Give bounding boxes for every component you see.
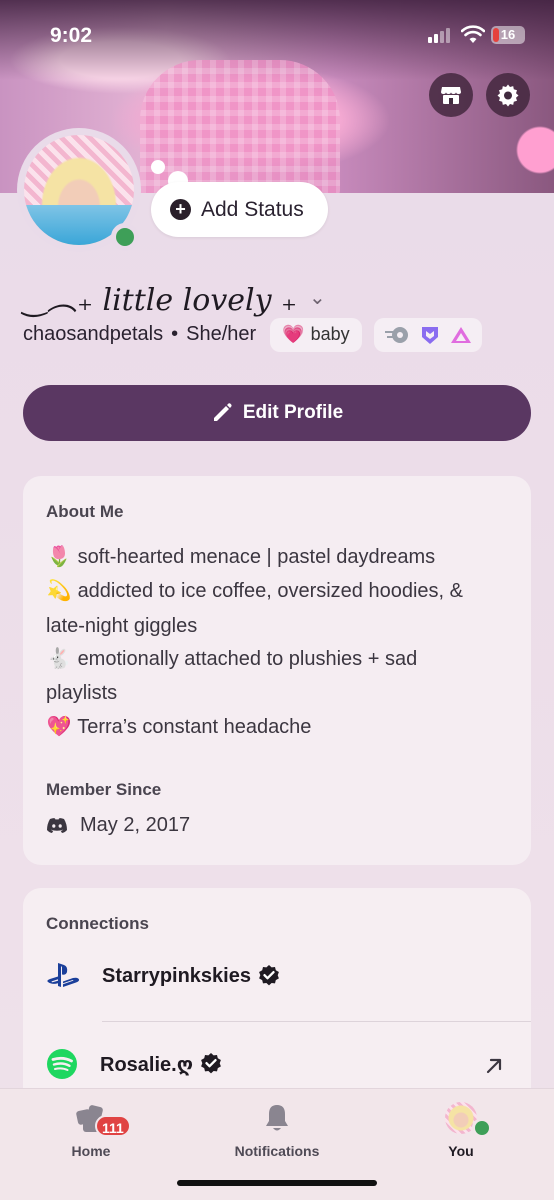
status-time: 9:02 [50,24,93,47]
plus-icon: + [170,199,191,220]
playstation-icon [47,963,80,987]
battery-icon: 16 [491,26,525,44]
connection-item[interactable]: Starrypinkskies [46,962,281,990]
battery-level: 16 [500,27,516,42]
edit-profile-button[interactable]: Edit Profile [23,385,531,441]
tab-you-label: You [448,1143,474,1159]
tab-notifications-label: Notifications [234,1143,320,1159]
bell-icon [266,1105,288,1131]
home-indicator [177,1180,377,1186]
separator: • [171,323,179,345]
connection-name: Starrypinkskies [102,964,251,987]
bio-line: 🌷 soft-hearted menace | pastel daydreams [46,546,436,568]
gear-icon [497,84,519,107]
connection-name: Rosalie.ღ [100,1053,193,1076]
tab-home-label: Home [71,1143,111,1159]
connections-title: Connections [46,914,149,933]
shop-button[interactable] [429,73,473,117]
verified-check-icon [259,965,279,986]
add-status-button[interactable]: + Add Status [151,182,328,237]
connection-item[interactable]: Rosalie.ღ [46,1048,223,1080]
about-me-card: About Me 🌷 soft-hearted menace | pastel … [23,476,531,865]
display-name: ‿︵₊ little lovely ₊ [23,283,297,318]
member-since-title: Member Since [46,780,162,799]
connections-card: Connections Starrypinkskies Rosalie.ღ [23,888,531,1108]
server-tag[interactable]: 💗 baby [270,317,362,352]
member-since-date: May 2, 2017 [80,814,191,836]
discord-icon [47,818,67,833]
edit-profile-label: Edit Profile [242,402,344,423]
tab-notifications[interactable]: Notifications [217,1101,337,1159]
bio-line: playlists [46,682,118,704]
status-bubble-dot [151,160,165,174]
home-notification-badge: 111 [95,1115,131,1137]
pencil-icon [213,403,232,421]
tab-you[interactable]: You [401,1101,521,1159]
bio-line: late-night giggles [46,615,198,637]
nitro-badge-icon [384,326,408,343]
tab-home[interactable]: 111 Home [31,1101,151,1159]
badges[interactable] [373,317,482,352]
username: chaosandpetals [23,323,164,345]
you-online-indicator [472,1118,492,1138]
shop-icon [441,87,461,104]
heart-icon: 💗 [282,324,305,344]
divider [102,1021,531,1022]
spotify-icon [47,1049,77,1079]
about-me-title: About Me [46,502,124,521]
chevron-down-icon[interactable]: ⌄ [309,285,326,310]
external-link-icon[interactable] [484,1056,504,1076]
member-since-row: May 2, 2017 [46,814,190,837]
triangle-badge-icon [450,326,471,343]
pronouns: She/her [186,323,257,345]
online-status-indicator [111,223,139,251]
bio-line: 🐇 emotionally attached to plushies + sad [46,648,418,670]
wifi-icon [461,25,485,43]
verified-check-icon [201,1053,221,1074]
hypesquad-badge-icon [421,326,438,344]
signal-icon [428,28,450,43]
display-name-row[interactable]: ‿︵₊ little lovely ₊ ⌄ [23,278,326,318]
add-status-label: Add Status [201,197,304,221]
bio-line: 💖 Terra’s constant headache [46,716,312,738]
server-tag-label: baby [310,324,350,344]
settings-button[interactable] [486,73,530,117]
handle-row: chaosandpetals • She/her 💗 baby [23,317,482,352]
bio-line: 💫 addicted to ice coffee, oversized hood… [46,580,463,602]
status-bar: 9:02 16 [0,0,554,70]
